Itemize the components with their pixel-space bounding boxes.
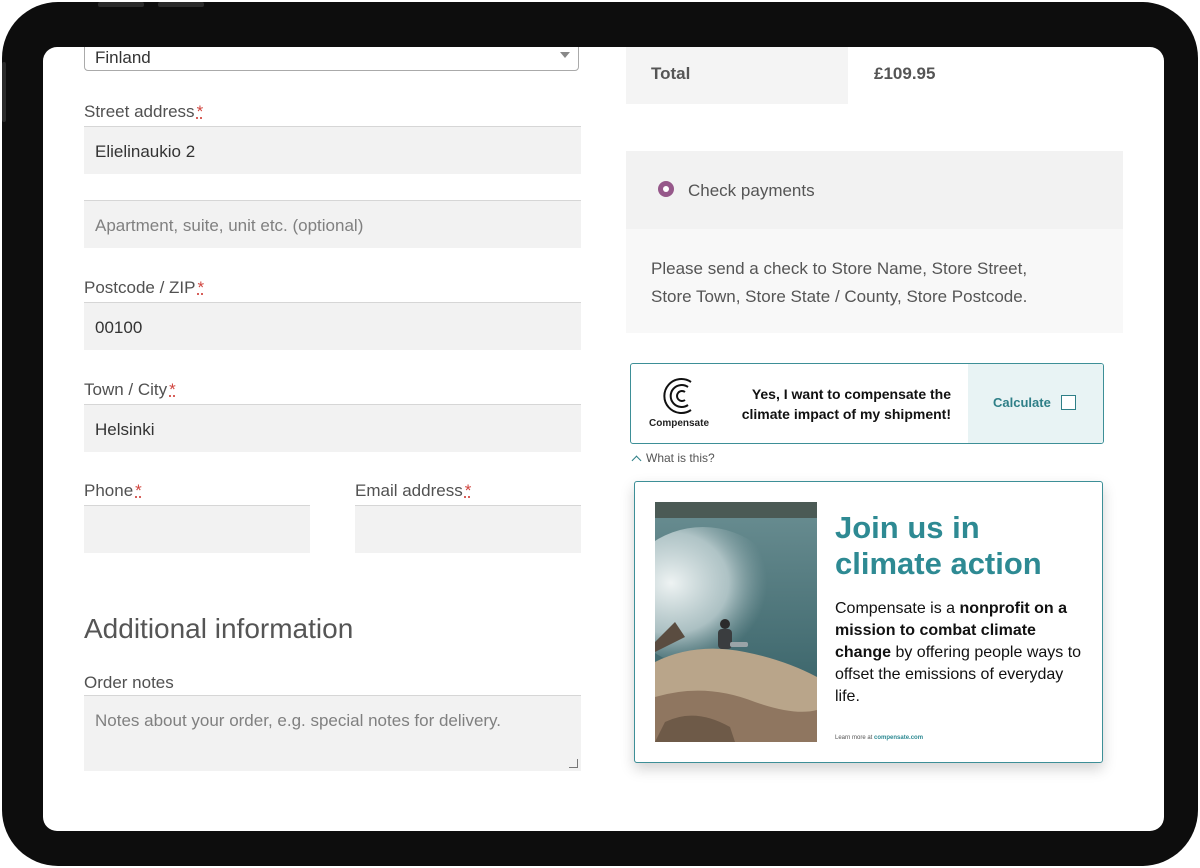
order-notes-label: Order notes	[84, 673, 174, 692]
postcode-label: Postcode / ZIP *	[84, 278, 205, 297]
postcode-value: 00100	[95, 318, 143, 337]
what-is-this-label: What is this?	[646, 451, 715, 465]
compensate-link[interactable]: compensate.com	[874, 735, 923, 741]
country-value: Finland	[95, 48, 151, 67]
resize-handle-icon[interactable]	[569, 759, 578, 768]
city-label: Town / City *	[84, 380, 176, 399]
tablet-frame: Finland Street address * Elielinaukio 2 A…	[2, 2, 1198, 866]
street-address-input[interactable]: Elielinaukio 2	[84, 126, 581, 174]
calculate-toggle[interactable]: Calculate	[968, 364, 1103, 443]
payment-method-label: Check payments	[688, 181, 815, 200]
volume-button	[98, 2, 144, 7]
chevron-up-icon	[631, 455, 642, 466]
city-value: Helsinki	[95, 420, 155, 439]
compensate-logo-icon	[663, 378, 692, 414]
coastline-image	[655, 502, 817, 742]
street-address-value: Elielinaukio 2	[95, 142, 196, 161]
city-input[interactable]: Helsinki	[84, 404, 581, 452]
volume-button	[158, 2, 204, 7]
compensate-widget: Compensate Yes, I want to compensate the…	[630, 363, 1104, 444]
total-label: Total	[651, 64, 691, 83]
card-footer: Learn more at compensate.com	[835, 735, 924, 741]
compensate-brand: Compensate	[649, 418, 710, 429]
compensate-info-card: Join us in climate action Compensate is …	[634, 481, 1103, 763]
payment-description: Please send a check to Store Name, Store…	[651, 259, 1028, 306]
apartment-placeholder: Apartment, suite, unit etc. (optional)	[95, 216, 364, 235]
street-address-label: Street address *	[84, 102, 204, 121]
power-button	[2, 62, 6, 122]
total-value: £109.95	[874, 64, 936, 83]
checkout-screen: Finland Street address * Elielinaukio 2 A…	[43, 47, 1164, 831]
email-input[interactable]	[355, 505, 581, 553]
country-select[interactable]: Finland	[84, 47, 579, 71]
email-label: Email address *	[355, 481, 472, 500]
phone-input[interactable]	[84, 505, 310, 553]
card-title: Join us in climate action	[835, 510, 1042, 581]
payment-method-check[interactable]: Check payments	[626, 151, 1123, 229]
compensate-message: Yes, I want to compensate the climate im…	[741, 386, 951, 422]
what-is-this-link[interactable]: What is this?	[631, 451, 715, 466]
postcode-input[interactable]: 00100	[84, 302, 581, 350]
compensate-logo: Compensate	[647, 376, 711, 429]
card-body: Compensate is a nonprofit on a mission t…	[835, 600, 1082, 705]
phone-label: Phone *	[84, 481, 142, 500]
calculate-checkbox[interactable]	[1061, 395, 1076, 410]
calculate-label: Calculate	[993, 395, 1051, 410]
order-notes-placeholder: Notes about your order, e.g. special not…	[95, 711, 502, 730]
radio-selected-icon[interactable]	[658, 181, 674, 197]
payment-description-box: Please send a check to Store Name, Store…	[626, 229, 1123, 333]
additional-info-heading: Additional information	[84, 613, 354, 644]
order-notes-textarea[interactable]: Notes about your order, e.g. special not…	[84, 695, 581, 771]
apartment-input[interactable]: Apartment, suite, unit etc. (optional)	[84, 200, 581, 248]
coastline-photo	[655, 502, 817, 742]
chevron-down-icon	[560, 52, 570, 58]
